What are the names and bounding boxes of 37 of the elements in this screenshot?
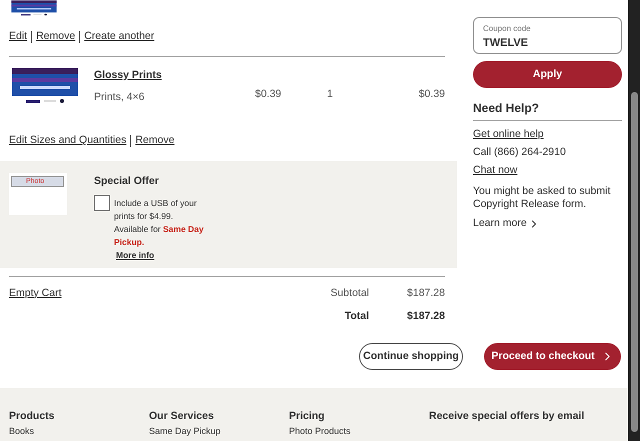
total-value: $187.28 <box>406 309 445 324</box>
quantity: 1 <box>327 86 334 102</box>
copyright-note: You might be asked to submit Copyright Release form. <box>473 185 612 212</box>
continue-shopping-button[interactable]: Continue shopping <box>359 343 463 370</box>
item-link[interactable]: Create another <box>84 29 154 45</box>
item-link[interactable]: Remove <box>135 132 174 148</box>
usb-checkbox[interactable] <box>94 195 110 212</box>
checkout-button[interactable]: Proceed to checkout <box>484 343 621 370</box>
learn-more-link[interactable]: Learn more <box>473 216 540 232</box>
help-title: Need Help? <box>473 100 540 117</box>
coupon-field[interactable]: Coupon code TWELVE <box>473 17 622 54</box>
chat-link[interactable]: Chat now <box>473 162 518 178</box>
offer-title: Special Offer <box>94 174 160 188</box>
footer-heading: Our Services <box>149 410 214 423</box>
online-help-link[interactable]: Get online help <box>473 127 622 143</box>
footer-heading: Pricing <box>289 410 325 423</box>
item-link[interactable]: Edit <box>9 29 28 45</box>
item-link[interactable]: Edit Sizes and Quantities <box>9 132 126 148</box>
product-name[interactable]: Glossy Prints <box>94 68 244 84</box>
subtotal-value: $187.28 <box>406 286 445 300</box>
footer-link[interactable]: Photo Products <box>289 426 351 437</box>
product-description: Prints, 4×6 <box>94 90 146 104</box>
subtotal-label: Subtotal <box>330 286 369 300</box>
unit-price: $0.39 <box>255 86 282 102</box>
apply-button[interactable]: Apply <box>473 61 622 88</box>
more-info-link[interactable]: More info <box>116 249 204 262</box>
phone-number: Call (866) 264-2910 <box>473 144 567 160</box>
footer-heading: Products <box>9 410 55 423</box>
total-label: Total <box>344 309 369 324</box>
footer-link[interactable]: Same Day Pickup <box>149 426 221 437</box>
footer-heading: Receive special offers by email <box>429 410 584 423</box>
scrollbar[interactable] <box>628 0 640 441</box>
offer-text: Include a USB of your prints for $4.99. Available for Same Day Pickup. <box>114 197 204 250</box>
line-total: $0.39 <box>418 86 445 102</box>
item-link[interactable]: Remove <box>36 29 76 45</box>
footer-link[interactable]: Books <box>9 426 34 437</box>
empty-cart-link[interactable]: Empty Cart <box>9 286 62 302</box>
